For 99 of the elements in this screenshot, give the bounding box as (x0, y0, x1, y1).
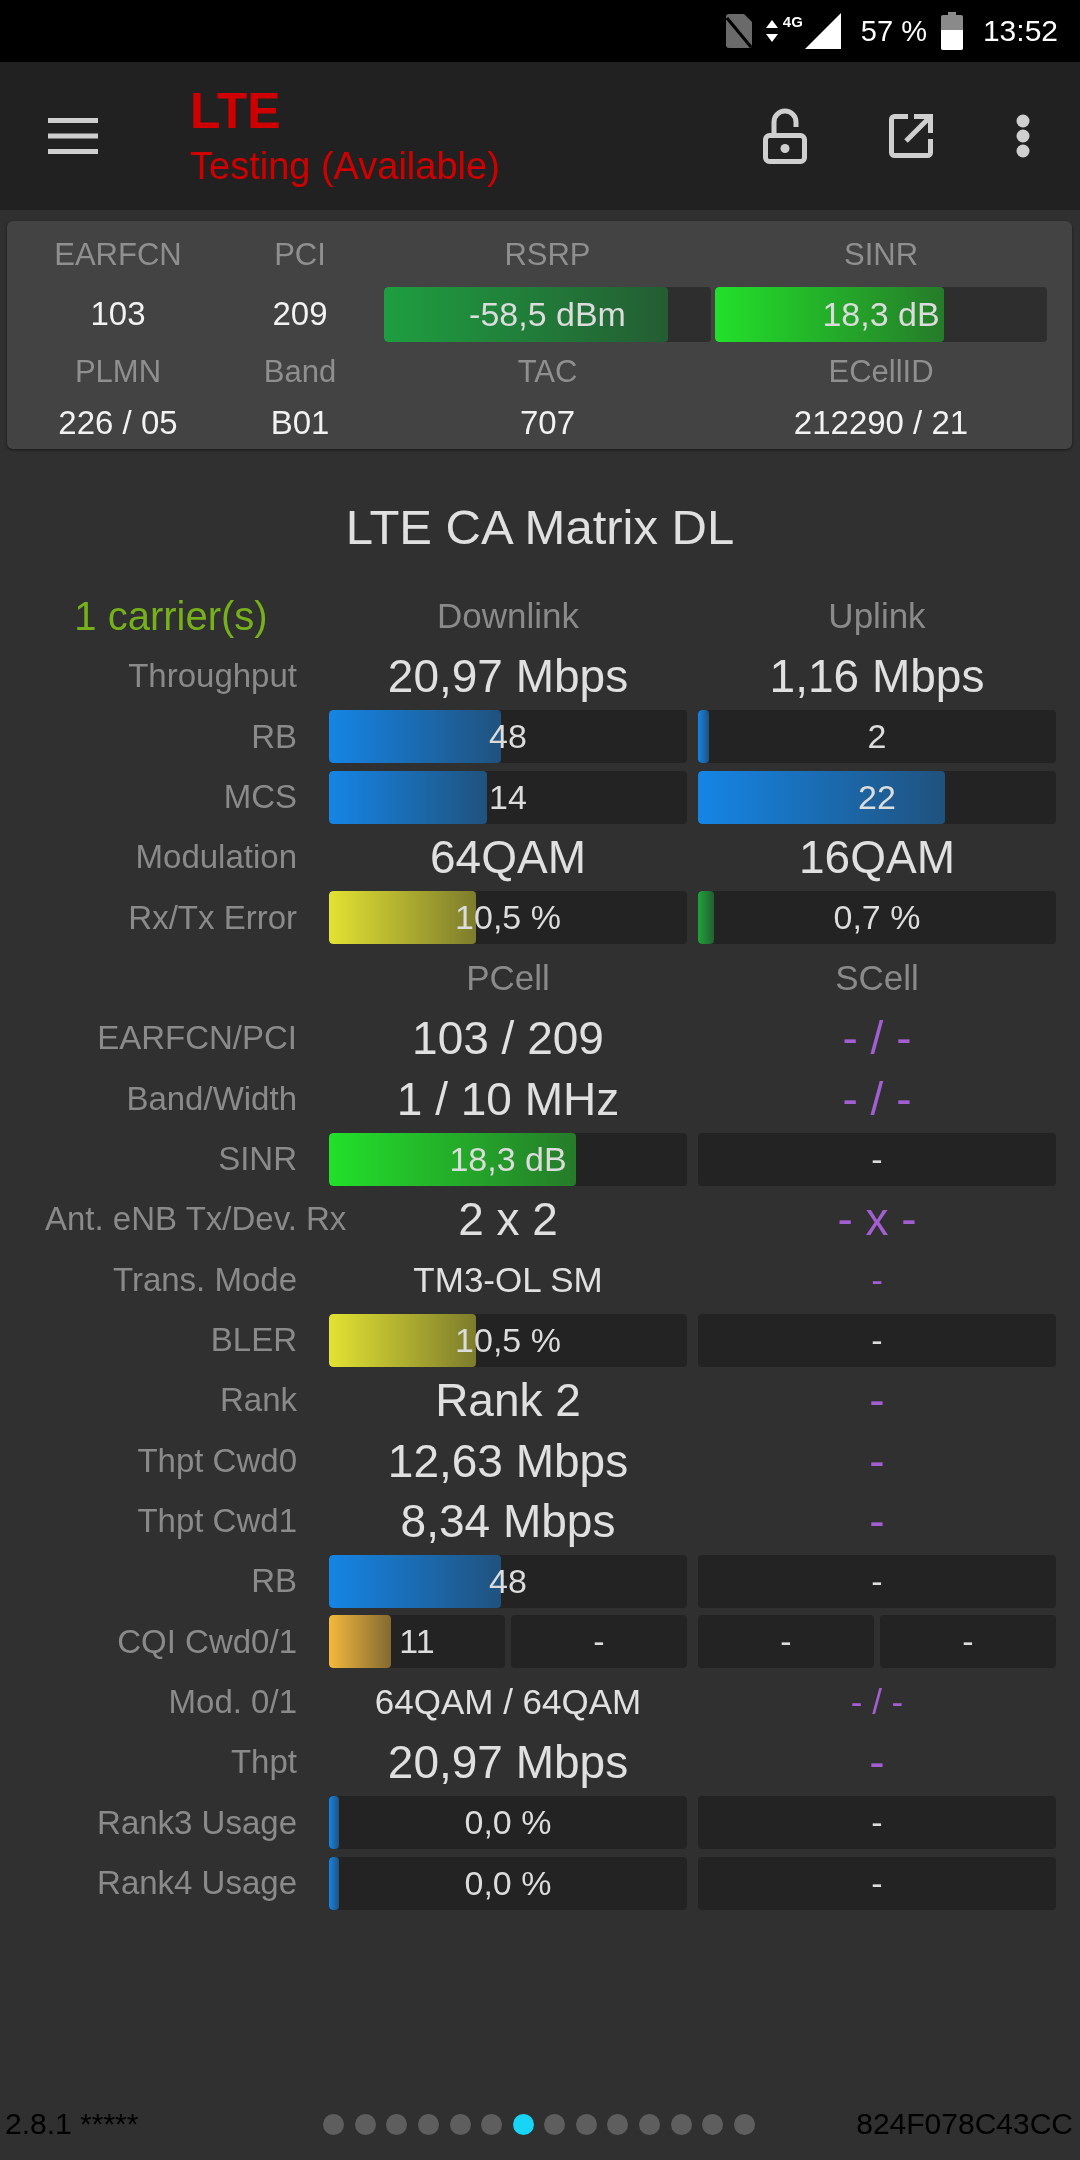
missing-value: - (869, 1736, 885, 1789)
app-title: LTE (190, 84, 281, 138)
row-label: EARFCN/PCI (97, 1019, 297, 1058)
meter-reading: 48 (489, 717, 527, 757)
cell-value: 2 x 2 (458, 1193, 558, 1246)
padlock-icon (763, 108, 807, 164)
meter-reading: - (871, 1803, 883, 1843)
cell-value: 16QAM (799, 831, 955, 884)
missing-value: - / - (842, 1012, 912, 1065)
cell-value: 12,63 Mbps (387, 1434, 629, 1487)
meter-reading: 18,3 dB (449, 1139, 567, 1179)
cell-value: 64QAM (430, 831, 586, 884)
no-sim-icon (725, 14, 752, 48)
cell-value: 8,34 Mbps (400, 1495, 616, 1548)
row-label: MCS (223, 778, 297, 817)
row-label: RB (251, 717, 297, 756)
signal-icon (804, 13, 841, 49)
row-label: CQI Cwd0/1 (117, 1622, 297, 1661)
field-label: SINR (843, 237, 919, 273)
meter-reading: - (871, 1863, 883, 1903)
meter-reading: 0,7 % (833, 898, 921, 938)
field-label: PLMN (74, 354, 162, 390)
cell-value: 1,16 Mbps (769, 650, 985, 703)
meter-reading: - (780, 1622, 792, 1662)
field-value: 226 / 05 (58, 404, 178, 442)
row-label: BLER (210, 1321, 297, 1360)
column-heading: SCell (835, 958, 919, 998)
field-value: 707 (519, 404, 576, 442)
field-value: 212290 / 21 (793, 404, 969, 442)
meter-reading: 11 (399, 1622, 435, 1662)
meter-reading: - (871, 1320, 883, 1360)
missing-value: - (871, 1259, 883, 1299)
meter-reading: 48 (489, 1561, 527, 1601)
meter-reading: -58,5 dBm (469, 294, 626, 334)
missing-value: - (869, 1374, 885, 1427)
field-label: TAC (517, 354, 578, 390)
open-external-button[interactable] (887, 112, 935, 160)
menu-button[interactable] (48, 118, 98, 154)
field-value: 209 (272, 295, 328, 333)
missing-value: - (869, 1434, 885, 1487)
battery-icon (940, 12, 963, 50)
meter-reading: 2 (867, 717, 887, 757)
cell-value: TM3-OL SM (413, 1259, 603, 1299)
meter-reading: 22 (858, 777, 896, 817)
field-label: PCI (274, 237, 326, 273)
more-options-button[interactable] (1016, 114, 1030, 158)
meter-reading: - (871, 1561, 883, 1601)
field-label: EARFCN (54, 237, 182, 273)
row-label: Modulation (135, 838, 297, 877)
cell-value: 20,97 Mbps (387, 1736, 629, 1789)
more-options-icon (1016, 114, 1030, 158)
column-heading: PCell (466, 958, 550, 998)
cell-value: 64QAM / 64QAM (374, 1682, 642, 1722)
missing-value: - / - (850, 1682, 904, 1722)
matrix-title: LTE CA Matrix DL (345, 499, 735, 555)
row-label: Band/Width (126, 1079, 297, 1118)
field-label: ECellID (828, 354, 934, 390)
status-subtitle: Testing (Available) (190, 144, 500, 188)
row-label: Rx/Tx Error (128, 898, 297, 937)
menu-icon (48, 118, 98, 154)
field-label: Band (263, 354, 337, 390)
field-value: B01 (270, 404, 330, 442)
clock: 13:52 (982, 14, 1058, 48)
cell-value: 20,97 Mbps (387, 650, 629, 703)
row-label: Rank4 Usage (97, 1864, 297, 1903)
meter-reading: 0,0 % (464, 1803, 552, 1843)
carrier-count: 1 carrier(s) (74, 593, 268, 639)
row-label: Mod. 0/1 (168, 1683, 297, 1722)
network-type: 4G (782, 13, 803, 30)
meter-reading: - (593, 1622, 605, 1662)
cell-value: Rank 2 (435, 1374, 581, 1427)
column-heading: Downlink (437, 596, 579, 636)
row-label: RB (251, 1562, 297, 1601)
row-label: Thpt Cwd1 (137, 1502, 297, 1541)
field-value: 103 (90, 295, 146, 333)
column-heading: Uplink (828, 596, 926, 636)
missing-value: - / - (842, 1072, 912, 1125)
row-label: Trans. Mode (113, 1260, 297, 1299)
field-label: RSRP (504, 237, 591, 273)
row-label: Throughput (128, 657, 297, 696)
meter-reading: 0,0 % (464, 1863, 552, 1903)
row-label: Thpt (230, 1743, 297, 1782)
meter-reading: - (962, 1622, 974, 1662)
cell-value: 103 / 209 (412, 1012, 604, 1065)
missing-value: - x - (837, 1193, 917, 1246)
row-label: SINR (218, 1140, 297, 1179)
data-activity-icon (765, 20, 778, 42)
cell-value: 1 / 10 MHz (396, 1072, 620, 1125)
meter-reading: 14 (489, 777, 527, 817)
meter-reading: - (871, 1139, 883, 1179)
row-label: Thpt Cwd0 (137, 1441, 297, 1480)
row-label: Rank3 Usage (97, 1803, 297, 1842)
row-label: Ant. eNB Tx/Dev. Rx (45, 1200, 347, 1239)
row-label: Rank (219, 1381, 297, 1420)
meter-reading: 18,3 dB (822, 294, 940, 334)
battery-percent: 57 % (860, 14, 927, 48)
external-link-icon (887, 112, 935, 160)
missing-value: - (869, 1495, 885, 1548)
lock-button[interactable] (763, 108, 807, 164)
